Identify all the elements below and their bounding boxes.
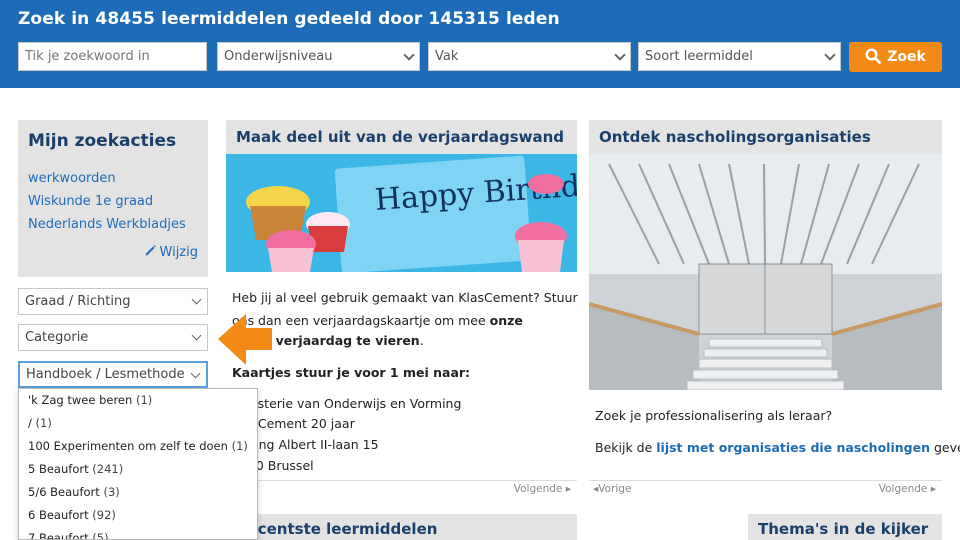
recent-section-header: Recentste leermiddelen [226, 514, 577, 540]
my-searches-title: Mijn zoekacties [28, 131, 177, 151]
soort-leermiddel-select[interactable]: Soort leermiddel [638, 42, 841, 71]
next-button[interactable]: Volgende ▸ [514, 483, 571, 495]
dropdown-option[interactable]: 7 Beaufort (5) [19, 527, 257, 539]
previous-button[interactable]: ◂Vorige [593, 483, 631, 495]
vak-label: Vak [435, 49, 459, 64]
previous-label: Vorige [598, 483, 632, 495]
card-header: Ontdek nascholingsorganisaties [589, 120, 942, 154]
categorie-select[interactable]: Categorie [18, 324, 208, 351]
pointer-arrow-icon [218, 314, 272, 365]
vak-select[interactable]: Vak [428, 42, 631, 71]
handboek-dropdown-list[interactable]: 'k Zag twee beren (1) / (1) 100 Experime… [18, 388, 258, 540]
graad-label: Graad / Richting [25, 294, 131, 309]
next-button[interactable]: Volgende ▸ [879, 483, 936, 495]
chevron-down-icon [190, 368, 201, 379]
card-title: Ontdek nascholingsorganisaties [599, 128, 871, 146]
saved-search-link[interactable]: Wiskunde 1e graad [28, 194, 153, 209]
themes-section-header: Thema's in de kijker [748, 514, 942, 540]
card-text: Bekijk de lijst met organisaties die nas… [595, 440, 960, 455]
chevron-right-icon: ▸ [930, 483, 936, 495]
chevron-down-icon [403, 49, 415, 61]
pencil-icon [145, 245, 156, 256]
birthday-card: Maak deel uit van de verjaardagswand Hap… [226, 120, 578, 498]
my-searches-panel: Mijn zoekacties werkwoorden Wiskunde 1e … [18, 120, 208, 277]
card-header: Maak deel uit van de verjaardagswand [226, 120, 577, 154]
staircase-image [589, 154, 942, 390]
soort-label: Soort leermiddel [645, 49, 753, 64]
edit-searches-button[interactable]: Wijzig [144, 244, 198, 260]
graad-richting-select[interactable]: Graad / Richting [18, 288, 208, 315]
chevron-down-icon [824, 49, 836, 61]
next-label: Volgende [878, 483, 928, 495]
card-text: Kaartjes stuur je voor 1 mei naar: [232, 365, 471, 380]
recent-title: Recentste leermiddelen [236, 520, 438, 538]
birthday-image: Happy Birthday [226, 154, 577, 272]
search-button[interactable]: Zoek [849, 42, 942, 72]
dropdown-option[interactable]: 'k Zag twee beren (1) [19, 389, 257, 412]
search-input[interactable] [18, 42, 207, 71]
saved-search-link[interactable]: werkwoorden [28, 171, 116, 186]
themes-title: Thema's in de kijker [758, 520, 929, 538]
card-footer: ◂Vorige Volgende ▸ [589, 480, 942, 498]
card-footer: Volgende ▸ [226, 480, 577, 498]
chevron-right-icon: ▸ [565, 483, 571, 495]
search-button-label: Zoek [887, 49, 926, 65]
card-text: Zoek je professionalisering als leraar? [595, 408, 833, 423]
onderwijsniveau-label: Onderwijsniveau [224, 49, 333, 64]
edit-label: Wijzig [159, 245, 198, 260]
dropdown-option[interactable]: 6 Beaufort (92) [19, 504, 257, 527]
dropdown-option[interactable]: 5/6 Beaufort (3) [19, 481, 257, 504]
page-title: Zoek in 48455 leermiddelen gedeeld door … [18, 9, 560, 29]
card-title: Maak deel uit van de verjaardagswand [236, 128, 565, 146]
handboek-label: Handboek / Lesmethode [26, 367, 185, 382]
organisations-link[interactable]: lijst met organisaties die nascholingen [656, 440, 930, 455]
search-icon [865, 48, 882, 64]
categorie-label: Categorie [25, 330, 89, 345]
next-label: Volgende [513, 483, 563, 495]
chevron-down-icon [191, 294, 202, 305]
handboek-select[interactable]: Handboek / Lesmethode [18, 361, 208, 388]
search-header: Zoek in 48455 leermiddelen gedeeld door … [0, 0, 960, 88]
saved-search-link[interactable]: Nederlands Werkbladjes [28, 217, 186, 232]
dropdown-option[interactable]: / (1) [19, 412, 257, 435]
onderwijsniveau-select[interactable]: Onderwijsniveau [217, 42, 420, 71]
dropdown-option[interactable]: 5 Beaufort (241) [19, 458, 257, 481]
chevron-down-icon [191, 330, 202, 341]
card-text: ons dan een verjaardagskaartje om mee on… [232, 313, 523, 328]
nascholing-card: Ontdek nascholingsorganisaties Zoek je p… [589, 120, 960, 498]
address-line: Ministerie van Onderwijs en Vorming [232, 396, 462, 411]
chevron-down-icon [614, 49, 626, 61]
card-text: Heb jij al veel gebruik gemaakt van Klas… [232, 290, 578, 305]
dropdown-option[interactable]: 100 Experimenten om zelf te doen (1) [19, 435, 257, 458]
